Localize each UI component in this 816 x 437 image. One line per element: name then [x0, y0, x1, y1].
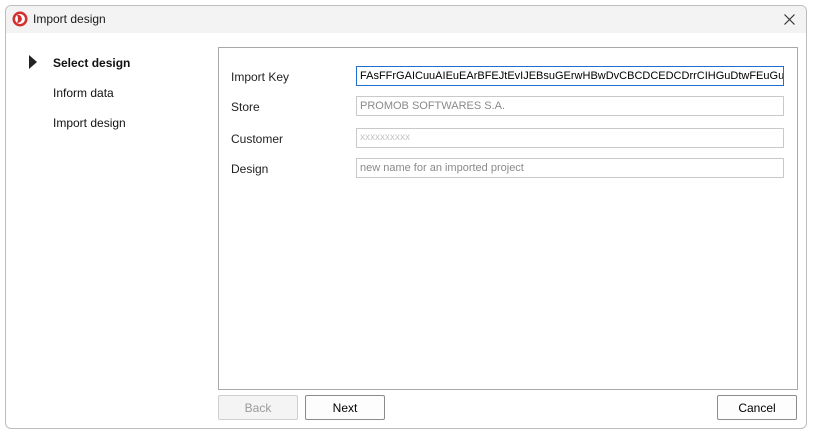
title-bar: Import design — [6, 6, 806, 33]
store-label: Store — [231, 100, 260, 114]
wizard-steps: Select design Inform data Import design — [6, 33, 216, 233]
back-button[interactable]: Back — [218, 395, 298, 420]
import-design-dialog: Import design Select design Inform data … — [5, 5, 807, 429]
cancel-button[interactable]: Cancel — [717, 395, 797, 420]
close-icon — [783, 14, 795, 25]
customer-input[interactable]: xxxxxxxxxx — [356, 128, 784, 148]
store-input[interactable]: PROMOB SOFTWARES S.A. — [356, 96, 784, 116]
design-label: Design — [231, 162, 269, 176]
design-name-input[interactable]: new name for an imported project — [356, 158, 784, 178]
current-step-arrow-icon — [29, 55, 37, 69]
step-import-design: Import design — [53, 116, 126, 130]
close-button[interactable] — [772, 6, 806, 33]
import-key-input[interactable]: FAsFFrGAICuuAIEuEArBFEJtEvIJEBsuGErwHBwD… — [356, 66, 784, 86]
window-title: Import design — [33, 12, 106, 26]
next-button[interactable]: Next — [305, 395, 385, 420]
promob-app-icon — [12, 11, 28, 27]
step-select-design: Select design — [53, 56, 131, 70]
import-key-label: Import Key — [231, 70, 290, 84]
customer-label: Customer — [231, 132, 284, 146]
step-inform-data: Inform data — [53, 86, 114, 100]
form-panel: Import Key FAsFFrGAICuuAIEuEArBFEJtEvIJE… — [218, 47, 798, 390]
